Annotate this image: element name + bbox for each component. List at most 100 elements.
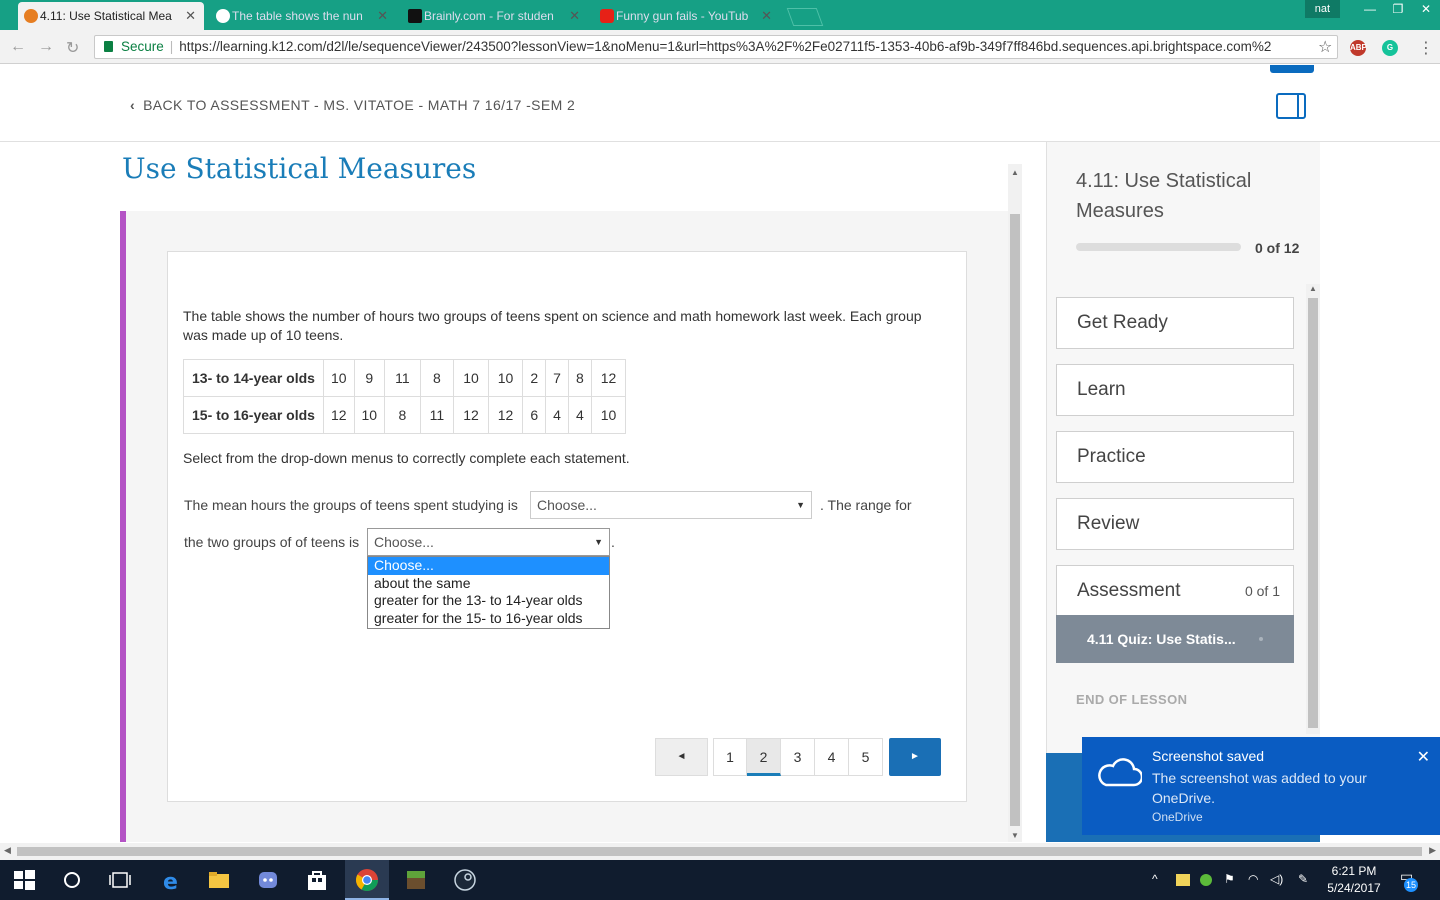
tray-app-icon[interactable]: ⚑ xyxy=(1224,872,1235,886)
chrome-icon[interactable] xyxy=(355,868,379,892)
table-cell: 4 xyxy=(545,396,569,434)
next-page-button[interactable]: ► xyxy=(889,738,941,776)
prev-page-button[interactable]: ◄ xyxy=(655,738,708,776)
windows-start-icon[interactable] xyxy=(12,868,36,892)
subitem-label: 4.11 Quiz: Use Statis... xyxy=(1087,631,1236,647)
tray-expand-icon[interactable]: ^ xyxy=(1152,872,1158,886)
table-cell: 12 xyxy=(453,396,489,434)
table-cell: 8 xyxy=(567,359,592,397)
svg-text:e: e xyxy=(163,870,178,892)
menu-kebab-icon[interactable]: ⋮ xyxy=(1418,38,1434,58)
browser-tab[interactable]: Funny gun fails - YouTub ✕ xyxy=(594,2,780,30)
caret-down-icon: ▼ xyxy=(594,537,603,547)
minecraft-icon[interactable] xyxy=(404,868,428,892)
status-dot-icon xyxy=(1259,637,1263,641)
reload-icon[interactable]: ↻ xyxy=(66,38,79,58)
edge-icon[interactable]: e xyxy=(160,868,184,892)
table-cell: 4 xyxy=(567,396,592,434)
back-link-label: BACK TO ASSESSMENT - MS. VITATOE - MATH … xyxy=(143,97,576,113)
close-tab-icon[interactable]: ✕ xyxy=(377,8,388,24)
dropdown-option[interactable]: greater for the 15- to 16-year olds xyxy=(368,610,609,628)
forward-arrow-icon[interactable]: → xyxy=(38,38,54,56)
discord-icon[interactable] xyxy=(256,868,280,892)
table-cell: 10 xyxy=(590,396,627,434)
file-explorer-icon[interactable] xyxy=(207,868,231,892)
url-input[interactable]: Secure | https://learning.k12.com/d2l/le/s… xyxy=(94,35,1338,59)
scroll-thumb[interactable] xyxy=(1308,298,1318,728)
secure-label: Secure xyxy=(121,39,164,54)
sidebar-item-practice[interactable]: Practice xyxy=(1056,431,1294,483)
sidebar-item-label: Learn xyxy=(1077,379,1126,400)
panel-toggle-icon[interactable] xyxy=(1276,93,1306,119)
google-favicon-icon xyxy=(216,9,230,23)
store-icon[interactable] xyxy=(305,868,329,892)
taskbar-clock[interactable]: 6:21 PM 5/24/2017 xyxy=(1322,863,1386,897)
scroll-thumb[interactable] xyxy=(17,847,1422,856)
sidebar-item-get-ready[interactable]: Get Ready xyxy=(1056,297,1294,349)
scroll-down-icon[interactable]: ▼ xyxy=(1011,831,1019,840)
sidebar-item-learn[interactable]: Learn xyxy=(1056,364,1294,416)
close-tab-icon[interactable]: ✕ xyxy=(185,8,196,24)
range-select[interactable]: Choose... ▼ xyxy=(367,528,610,556)
dropdown-option[interactable]: greater for the 13- to 14-year olds xyxy=(368,592,609,610)
onedrive-toast[interactable]: Screenshot saved The screenshot was adde… xyxy=(1082,737,1440,835)
sidebar-item-assessment[interactable]: Assessment 0 of 1 xyxy=(1056,565,1294,617)
statement-2-text: the two groups of of teens is xyxy=(184,534,360,550)
tray-app-icon[interactable] xyxy=(1176,874,1190,886)
scroll-up-icon[interactable]: ▲ xyxy=(1011,168,1019,177)
close-window-icon[interactable]: ✕ xyxy=(1412,0,1440,18)
close-tab-icon[interactable]: ✕ xyxy=(761,8,772,24)
scroll-thumb[interactable] xyxy=(1010,214,1020,826)
toast-body: The screenshot was added to your OneDriv… xyxy=(1152,770,1367,806)
bookmark-star-icon[interactable]: ☆ xyxy=(1318,37,1332,57)
pen-icon[interactable]: ✎ xyxy=(1298,872,1308,886)
content-scrollbar[interactable]: ▲ ▼ xyxy=(1008,164,1022,842)
page-3-button[interactable]: 3 xyxy=(781,738,815,776)
statement-1-text: The mean hours the groups of teens spent… xyxy=(184,497,518,513)
table-cell: 12 xyxy=(590,359,627,397)
table-cell: 2 xyxy=(522,359,547,397)
sidebar-item-label: Assessment xyxy=(1077,580,1181,601)
table-row: 15- to 16-year olds 12 10 8 11 12 12 6 4… xyxy=(183,396,627,434)
grammarly-icon[interactable]: G xyxy=(1382,40,1398,56)
volume-icon[interactable]: ◁) xyxy=(1270,872,1283,886)
profile-badge[interactable]: nat xyxy=(1304,0,1340,18)
scroll-up-icon[interactable]: ▲ xyxy=(1309,284,1317,293)
hours-table: 13- to 14-year olds 10 9 11 8 10 10 2 7 … xyxy=(183,359,627,434)
browser-tab-active[interactable]: 4.11: Use Statistical Mea ✕ xyxy=(18,2,204,30)
k12-favicon-icon xyxy=(24,9,38,23)
sidebar-item-label: Practice xyxy=(1077,446,1146,467)
restore-icon[interactable]: ❐ xyxy=(1384,0,1412,18)
scroll-left-icon[interactable]: ◀ xyxy=(4,845,11,856)
close-tab-icon[interactable]: ✕ xyxy=(569,8,580,24)
browser-tab[interactable]: Brainly.com - For studen ✕ xyxy=(402,2,588,30)
wifi-icon[interactable]: ◠ xyxy=(1248,872,1258,886)
back-arrow-icon[interactable]: ← xyxy=(10,38,26,56)
search-icon[interactable] xyxy=(60,868,84,892)
steam-icon[interactable] xyxy=(453,868,477,892)
dropdown-option[interactable]: about the same xyxy=(368,575,609,593)
back-to-assessment-link[interactable]: ‹ BACK TO ASSESSMENT - MS. VITATOE - MATH… xyxy=(130,97,575,113)
page-4-button[interactable]: 4 xyxy=(815,738,849,776)
page-5-button[interactable]: 5 xyxy=(849,738,883,776)
horizontal-scrollbar[interactable]: ◀ ▶ xyxy=(0,843,1440,860)
mean-select[interactable]: Choose... ▼ xyxy=(530,491,812,519)
close-toast-icon[interactable]: ✕ xyxy=(1417,747,1430,767)
dropdown-option[interactable]: Choose... xyxy=(368,557,609,575)
minimize-icon[interactable]: — xyxy=(1356,0,1384,18)
new-tab-button[interactable] xyxy=(786,8,824,26)
browser-tab[interactable]: The table shows the nun ✕ xyxy=(210,2,396,30)
page-1-button[interactable]: 1 xyxy=(713,738,747,776)
sidebar-scrollbar[interactable]: ▲ xyxy=(1306,284,1320,734)
tray-app-icon[interactable] xyxy=(1200,874,1212,886)
sidebar-item-review[interactable]: Review xyxy=(1056,498,1294,550)
scroll-right-icon[interactable]: ▶ xyxy=(1429,845,1436,856)
end-of-lesson-label: END OF LESSON xyxy=(1076,692,1188,707)
table-cell: 11 xyxy=(419,396,455,434)
page-2-button[interactable]: 2 xyxy=(747,738,781,776)
task-view-icon[interactable] xyxy=(108,868,132,892)
adblock-icon[interactable]: ABP xyxy=(1350,40,1367,56)
range-dropdown-list: Choose... about the same greater for the… xyxy=(367,556,610,629)
sidebar-subitem-quiz[interactable]: 4.11 Quiz: Use Statis... xyxy=(1056,615,1294,663)
table-cell: 10 xyxy=(453,359,489,397)
